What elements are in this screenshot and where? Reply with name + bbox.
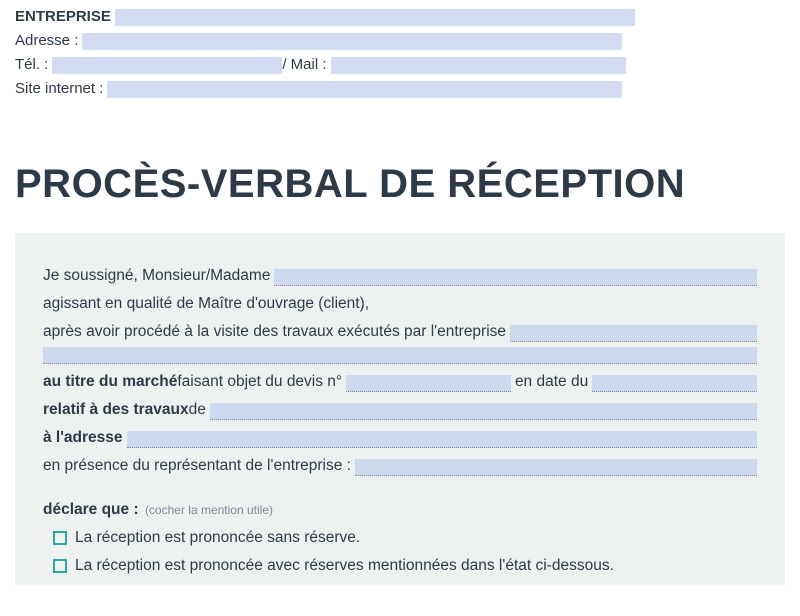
field-site[interactable]	[107, 81, 622, 98]
declare-heading: déclare que : (cocher la mention utile)	[43, 497, 757, 523]
field-entreprise-body[interactable]	[510, 325, 757, 342]
field-entreprise[interactable]	[115, 9, 635, 26]
field-travaux[interactable]	[210, 403, 757, 420]
checkbox-avec-reserves[interactable]	[53, 559, 67, 573]
text-representant: en présence du représentant de l'entrepr…	[43, 453, 351, 479]
field-adresse-body[interactable]	[127, 431, 757, 448]
field-entreprise-cont[interactable]	[43, 347, 757, 364]
label-mail: / Mail :	[282, 54, 326, 76]
row-tel-mail: Tél. : / Mail :	[15, 54, 785, 76]
line-entreprise-cont	[43, 347, 757, 367]
field-date[interactable]	[592, 375, 757, 392]
document-title: PROCÈS-VERBAL DE RÉCEPTION	[0, 102, 800, 233]
company-header: ENTREPRISE Adresse : Tél. : / Mail : Sit…	[0, 0, 800, 100]
field-adresse[interactable]	[82, 33, 622, 50]
text-visite: après avoir procédé à la visite des trav…	[43, 319, 506, 345]
field-mail[interactable]	[331, 57, 626, 74]
text-date: en date du	[515, 369, 588, 395]
label-sans-reserve: La réception est prononcée sans réserve.	[75, 525, 360, 551]
text-soussigne: Je soussigné, Monsieur/Madame	[43, 263, 270, 289]
row-entreprise: ENTREPRISE	[15, 6, 785, 28]
label-site: Site internet :	[15, 78, 103, 100]
declare-hint: (cocher la mention utile)	[145, 503, 273, 517]
line-visite: après avoir procédé à la visite des trav…	[43, 319, 757, 345]
label-entreprise: ENTREPRISE	[15, 6, 111, 28]
line-travaux: relatif à des travaux de	[43, 397, 757, 423]
line-qualite: agissant en qualité de Maître d'ouvrage …	[43, 291, 757, 317]
line-soussigne: Je soussigné, Monsieur/Madame	[43, 263, 757, 289]
field-representant[interactable]	[355, 459, 757, 476]
checkbox-sans-reserve[interactable]	[53, 531, 67, 545]
line-adresse: à l'adresse	[43, 425, 757, 451]
checkbox-row-2: La réception est prononcée avec réserves…	[43, 553, 757, 579]
row-site: Site internet :	[15, 78, 785, 100]
line-marche: au titre du marché faisant objet du devi…	[43, 369, 757, 395]
text-travaux-de: de	[189, 397, 206, 423]
label-tel: Tél. :	[15, 54, 48, 76]
declare-label: déclare que :	[43, 501, 139, 518]
field-devis[interactable]	[346, 375, 511, 392]
label-avec-reserves: La réception est prononcée avec réserves…	[75, 553, 614, 579]
label-adresse: Adresse :	[15, 30, 78, 52]
text-qualite: agissant en qualité de Maître d'ouvrage …	[43, 291, 369, 317]
line-representant: en présence du représentant de l'entrepr…	[43, 453, 757, 479]
field-nom[interactable]	[274, 269, 757, 286]
text-marche-bold: au titre du marché	[43, 369, 177, 395]
checkbox-row-1: La réception est prononcée sans réserve.	[43, 525, 757, 551]
main-panel: Je soussigné, Monsieur/Madame agissant e…	[15, 233, 785, 585]
text-devis: faisant objet du devis n°	[177, 369, 342, 395]
text-travaux-bold: relatif à des travaux	[43, 397, 189, 423]
declare-block: déclare que : (cocher la mention utile) …	[43, 497, 757, 579]
field-tel[interactable]	[52, 57, 282, 74]
row-adresse: Adresse :	[15, 30, 785, 52]
text-adresse-bold: à l'adresse	[43, 425, 123, 451]
